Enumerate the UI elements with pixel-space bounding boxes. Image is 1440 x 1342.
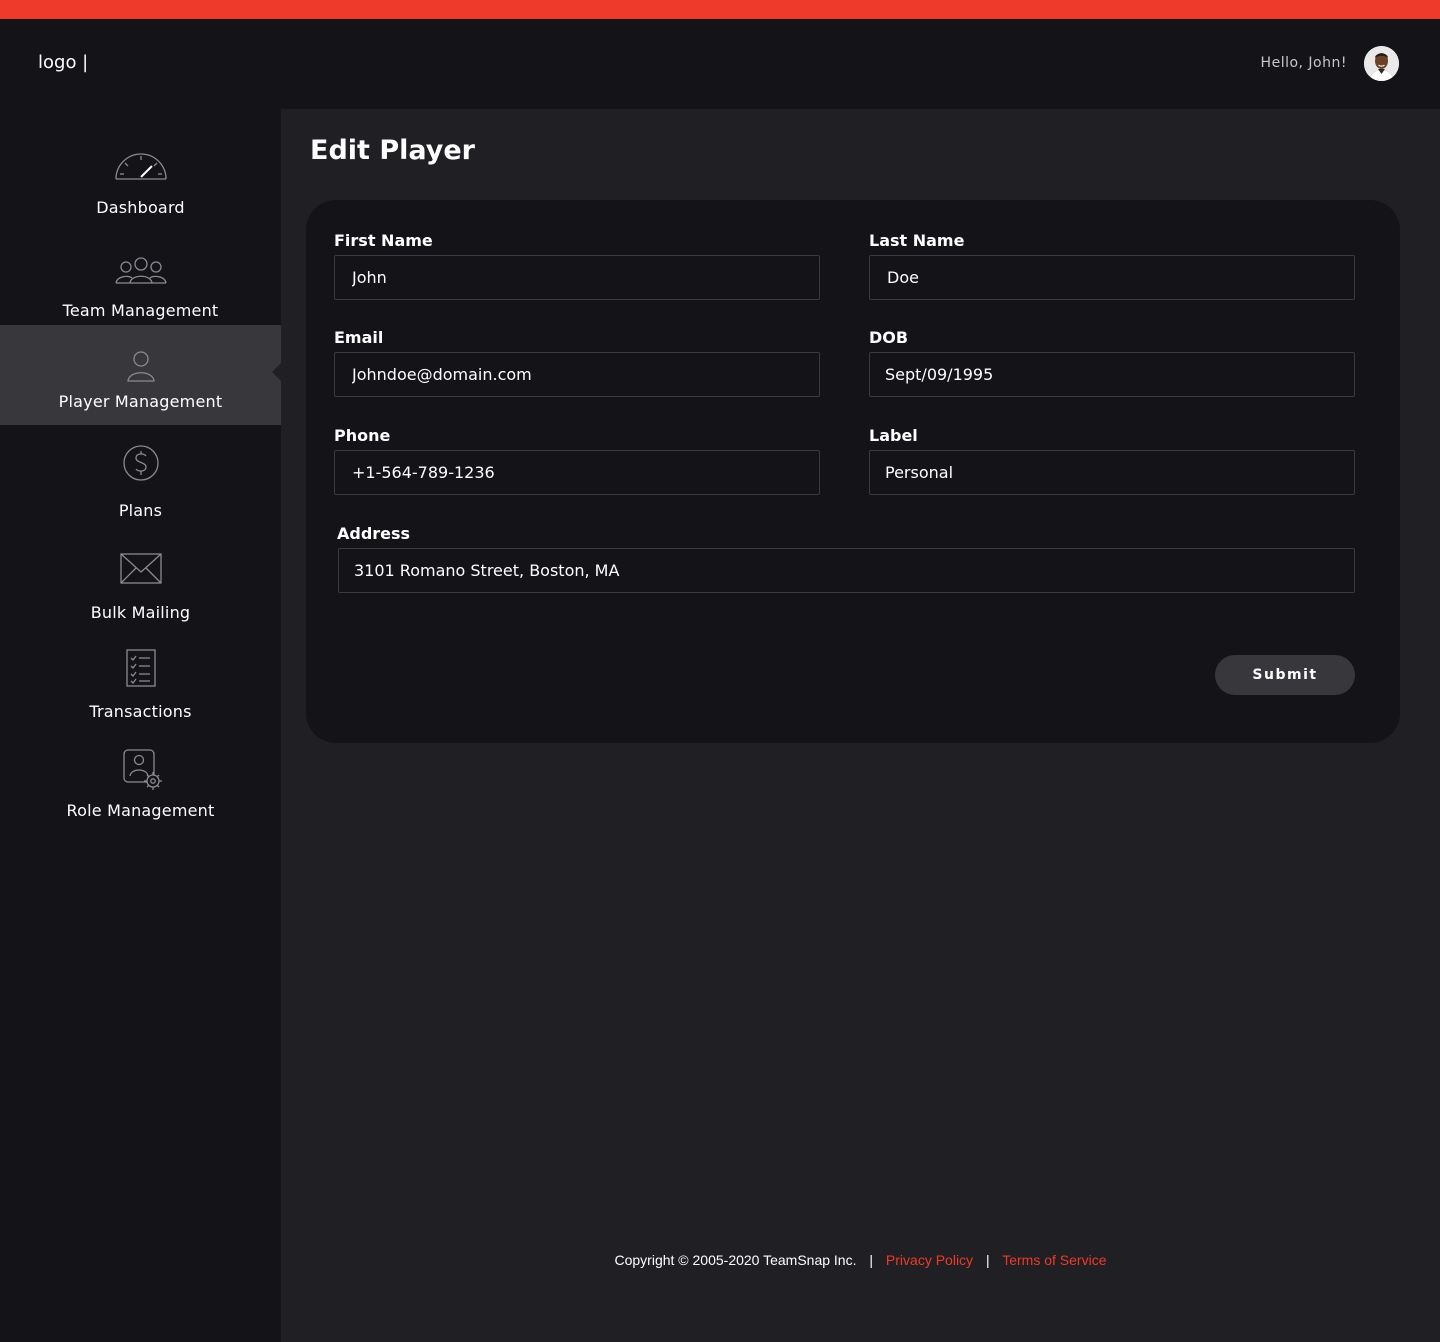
sidebar: Dashboard Team Management Player Managem… [0,109,281,1342]
user-greeting: Hello, John! [1260,55,1347,71]
email-label: Email [334,328,384,347]
terms-of-service-link[interactable]: Terms of Service [1002,1252,1106,1268]
user-gear-icon [113,748,169,790]
group-icon [113,250,169,292]
label-field-label: Label [869,426,918,445]
sidebar-item-label: Player Management [58,392,223,411]
sidebar-item-label: Team Management [62,301,219,320]
sidebar-item-player-management[interactable]: Player Management [0,325,281,425]
logo[interactable]: logo | [38,52,88,73]
sidebar-item-transactions[interactable]: Transactions [0,635,281,735]
sidebar-item-label: Dashboard [96,198,185,217]
sidebar-item-label: Plans [118,501,163,520]
page-title: Edit Player [310,135,475,166]
app-header: logo | Hello, John! [0,19,1440,109]
top-accent-bar [0,0,1440,19]
privacy-policy-link[interactable]: Privacy Policy [886,1252,973,1268]
footer: Copyright © 2005-2020 TeamSnap Inc. | Pr… [281,1252,1440,1268]
envelope-icon [113,548,169,590]
last-name-field[interactable] [869,255,1355,300]
sidebar-item-label: Role Management [66,801,215,820]
dob-field[interactable] [869,352,1355,397]
user-icon [113,345,169,387]
dob-label: DOB [869,328,909,347]
address-field[interactable] [338,548,1355,593]
footer-separator: | [869,1252,874,1268]
first-name-field[interactable] [334,255,820,300]
avatar-image [1364,46,1399,81]
edit-player-form: First Name Last Name Email DOB Phone Lab… [306,200,1400,743]
speedometer-icon [113,147,169,189]
sidebar-item-team-management[interactable]: Team Management [0,234,281,334]
phone-label: Phone [334,426,391,445]
footer-separator: | [985,1252,990,1268]
submit-button[interactable]: Submit [1215,655,1355,695]
sidebar-item-label: Transactions [89,702,192,721]
avatar[interactable] [1364,46,1399,81]
checklist-icon [113,647,169,689]
dollar-icon [113,442,169,484]
main-content: Edit Player First Name Last Name Email D… [281,109,1440,1342]
email-field[interactable] [334,352,820,397]
last-name-label: Last Name [869,231,965,250]
sidebar-item-plans[interactable]: Plans [0,434,281,534]
sidebar-item-dashboard[interactable]: Dashboard [0,131,281,231]
phone-field[interactable] [334,450,820,495]
copyright-text: Copyright © 2005-2020 TeamSnap Inc. [614,1252,857,1268]
address-label: Address [337,524,411,543]
sidebar-item-role-management[interactable]: Role Management [0,734,281,834]
label-field[interactable] [869,450,1355,495]
sidebar-item-label: Bulk Mailing [90,603,191,622]
first-name-label: First Name [334,231,433,250]
sidebar-item-bulk-mailing[interactable]: Bulk Mailing [0,536,281,636]
